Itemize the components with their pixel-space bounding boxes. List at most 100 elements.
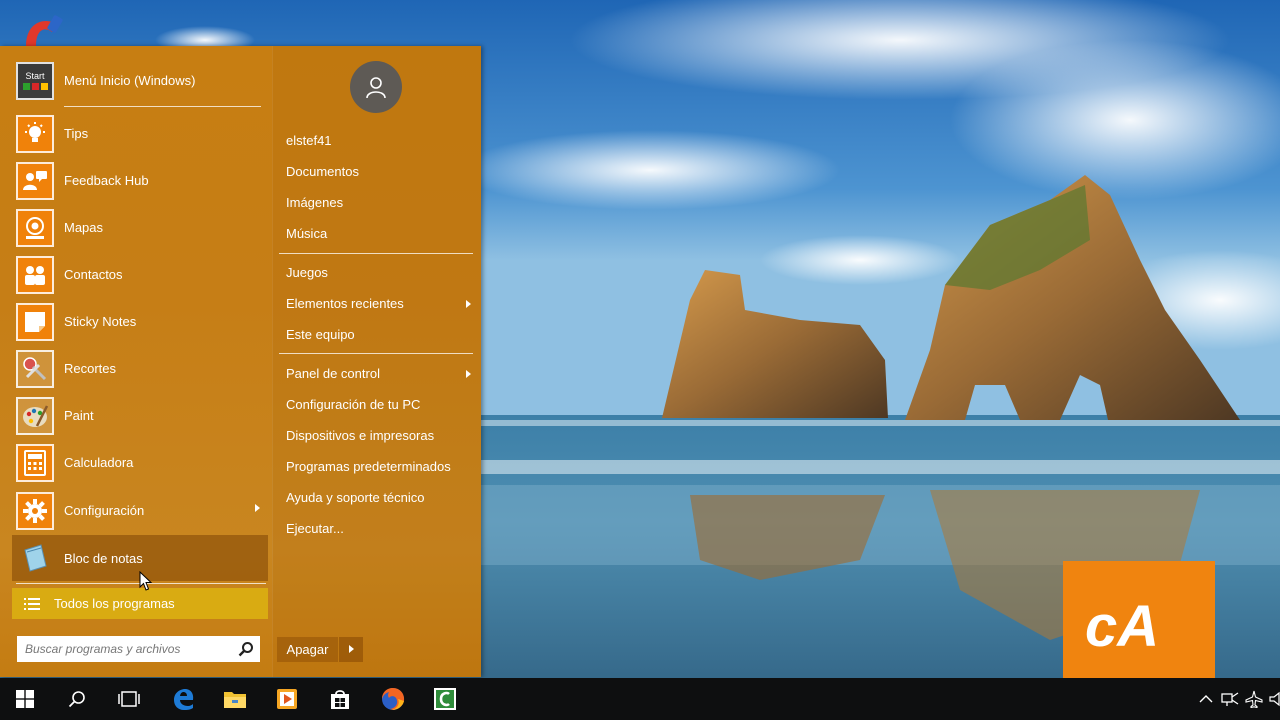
- windows-start-icon: [16, 690, 34, 708]
- taskbar-edge[interactable]: [158, 678, 208, 720]
- mouse-cursor-icon: [139, 571, 153, 591]
- place-label: Configuración de tu PC: [286, 397, 421, 412]
- taskbar-search-button[interactable]: [52, 678, 102, 720]
- program-item-tips[interactable]: Tips: [12, 110, 268, 157]
- windows-start-button[interactable]: [0, 678, 50, 720]
- taskbar-firefox[interactable]: [368, 678, 418, 720]
- place-ejecutar[interactable]: Ejecutar...: [286, 518, 471, 540]
- palette-icon: [16, 396, 54, 435]
- watermark-logo: cA: [1063, 561, 1215, 686]
- lightbulb-icon: [16, 114, 54, 153]
- program-label: Calculadora: [64, 455, 134, 470]
- logo-mark: cA: [1085, 594, 1159, 659]
- start-menu-header-item[interactable]: Start Menú Inicio (Windows): [12, 57, 268, 104]
- taskbar-media-player[interactable]: [262, 678, 312, 720]
- program-label: Recortes: [64, 361, 117, 376]
- edge-icon: [174, 689, 194, 710]
- place-label: Dispositivos e impresoras: [286, 428, 435, 443]
- submenu-arrow-icon: [255, 504, 260, 512]
- search-input[interactable]: [25, 642, 230, 656]
- place-label: Este equipo: [286, 327, 355, 342]
- place-juegos[interactable]: Juegos: [286, 262, 471, 284]
- program-item-mapas[interactable]: Mapas: [12, 204, 268, 251]
- divider: [64, 106, 261, 107]
- program-item-recortes[interactable]: Recortes: [12, 345, 268, 392]
- maps-icon: [16, 208, 54, 247]
- people-icon: [16, 255, 54, 294]
- place-label: Programas predeterminados: [286, 459, 451, 474]
- program-label: Configuración: [64, 503, 145, 518]
- gear-icon: [16, 491, 54, 530]
- search-box[interactable]: [17, 636, 260, 662]
- program-item-paint[interactable]: Paint: [12, 392, 268, 439]
- taskbar-camtasia[interactable]: [420, 678, 470, 720]
- place-programas-predeterminados[interactable]: Programas predeterminados: [286, 456, 471, 478]
- search-icon[interactable]: [238, 641, 254, 657]
- place-elementos-recientes[interactable]: Elementos recientes: [286, 293, 471, 315]
- user-avatar-icon[interactable]: [350, 61, 402, 113]
- shutdown-group: Apagar: [277, 637, 363, 662]
- place-label: Documentos: [286, 164, 359, 179]
- store-icon: [331, 690, 349, 709]
- place-panel-de-control[interactable]: Panel de control: [286, 363, 471, 385]
- airplane-icon[interactable]: [1244, 688, 1264, 710]
- calculator-icon: [16, 443, 54, 482]
- program-label: Contactos: [64, 267, 123, 282]
- place-label: Juegos: [286, 265, 328, 280]
- divider: [279, 353, 473, 354]
- program-item-configuracion[interactable]: Configuración: [12, 487, 268, 534]
- program-label: Paint: [64, 408, 94, 423]
- firefox-icon: [382, 688, 405, 710]
- volume-icon[interactable]: [1266, 688, 1280, 710]
- program-item-sticky-notes[interactable]: Sticky Notes: [12, 298, 268, 345]
- program-label: Mapas: [64, 220, 104, 235]
- place-label: Ejecutar...: [286, 521, 344, 536]
- logo-text: cA: [1085, 594, 1159, 659]
- shutdown-options-arrow-icon[interactable]: [339, 637, 363, 662]
- task-view-button[interactable]: [104, 678, 154, 720]
- network-icon[interactable]: [1220, 688, 1240, 710]
- file-explorer-icon: [224, 692, 246, 708]
- taskbar: [0, 678, 1280, 720]
- program-label: Tips: [64, 126, 89, 141]
- program-item-contactos[interactable]: Contactos: [12, 251, 268, 298]
- place-ayuda-soporte[interactable]: Ayuda y soporte técnico: [286, 487, 471, 509]
- start-menu-app-icon: Start: [16, 61, 54, 100]
- all-programs-button[interactable]: Todos los programas: [12, 588, 268, 619]
- sticky-note-icon: [16, 302, 54, 341]
- submenu-arrow-icon: [466, 370, 471, 378]
- task-view-icon: [118, 691, 140, 707]
- place-label: Panel de control: [286, 366, 380, 381]
- place-este-equipo[interactable]: Este equipo: [286, 324, 471, 346]
- place-label: Música: [286, 226, 328, 241]
- desktop-shortcut-icon[interactable]: [22, 14, 66, 46]
- place-imagenes[interactable]: Imágenes: [286, 192, 471, 214]
- start-icon-tiles: [22, 83, 48, 90]
- place-musica[interactable]: Música: [286, 223, 471, 245]
- start-menu: Start Menú Inicio (Windows) Tips Feedbac…: [0, 46, 481, 677]
- place-user-name[interactable]: elstef41: [286, 130, 471, 152]
- submenu-arrow-icon: [466, 300, 471, 308]
- list-icon: [24, 597, 40, 610]
- chevron-up-icon[interactable]: [1196, 688, 1216, 710]
- program-label: Feedback Hub: [64, 173, 149, 188]
- place-label: Imágenes: [286, 195, 344, 210]
- program-item-calculadora[interactable]: Calculadora: [12, 439, 268, 486]
- notepad-icon: [16, 539, 54, 577]
- place-label: Ayuda y soporte técnico: [286, 490, 425, 505]
- media-player-icon: [277, 689, 297, 709]
- place-label: Elementos recientes: [286, 296, 404, 311]
- start-menu-header-label: Menú Inicio (Windows): [64, 73, 196, 88]
- program-item-feedback-hub[interactable]: Feedback Hub: [12, 157, 268, 204]
- taskbar-store[interactable]: [315, 678, 365, 720]
- place-documentos[interactable]: Documentos: [286, 161, 471, 183]
- place-dispositivos-impresoras[interactable]: Dispositivos e impresoras: [286, 425, 471, 447]
- place-configuracion-pc[interactable]: Configuración de tu PC: [286, 394, 471, 416]
- shutdown-button[interactable]: Apagar: [277, 637, 338, 662]
- search-icon: [68, 691, 85, 708]
- taskbar-file-explorer[interactable]: [210, 678, 260, 720]
- places-column: elstef41 Documentos Imágenes Música Jueg…: [272, 46, 481, 677]
- scissors-icon: [16, 349, 54, 388]
- divider: [279, 253, 473, 254]
- feedback-icon: [16, 161, 54, 200]
